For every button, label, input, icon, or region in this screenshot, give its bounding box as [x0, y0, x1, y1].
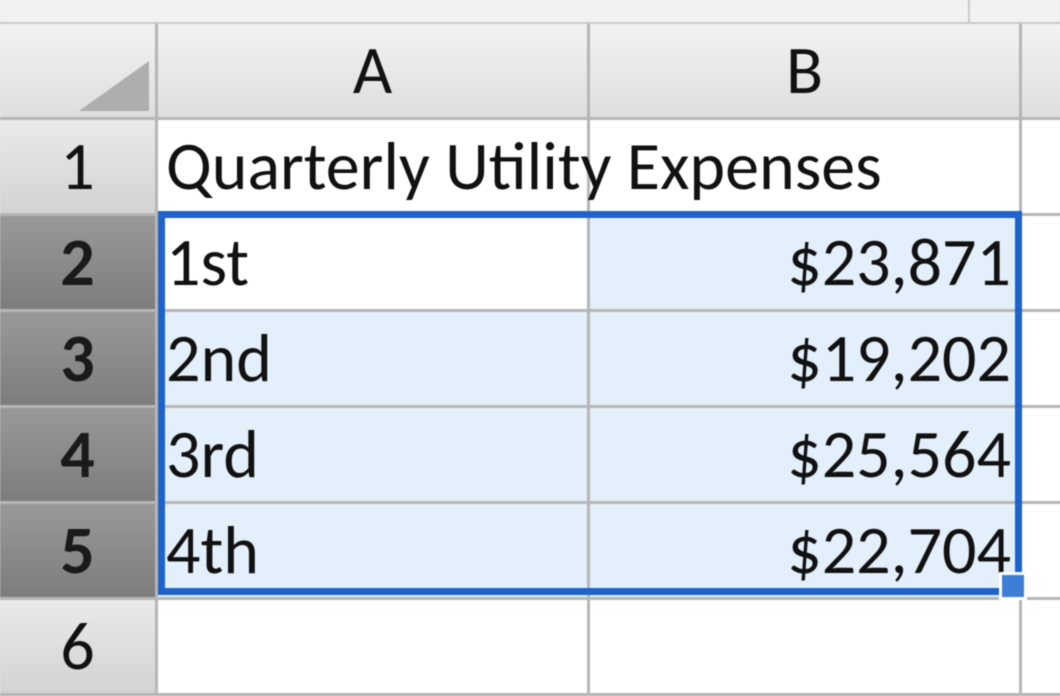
row-header-2[interactable]: 2 — [0, 216, 158, 312]
cell-c6[interactable] — [1022, 600, 1060, 696]
row-header-1[interactable]: 1 — [0, 120, 158, 216]
column-header-c[interactable] — [1022, 24, 1060, 120]
column-header-b[interactable]: B — [590, 24, 1022, 120]
cell-c1[interactable] — [1022, 120, 1060, 216]
cell-b4[interactable]: $25,564 — [590, 408, 1022, 504]
cell-b1[interactable] — [590, 120, 1022, 216]
cell-c5[interactable] — [1022, 504, 1060, 600]
select-all-corner[interactable] — [0, 24, 158, 120]
cell-b3[interactable]: $19,202 — [590, 312, 1022, 408]
row-header-3[interactable]: 3 — [0, 312, 158, 408]
cell-c3[interactable] — [1022, 312, 1060, 408]
cell-a3[interactable]: 2nd — [158, 312, 590, 408]
cell-c4[interactable] — [1022, 408, 1060, 504]
column-header-a[interactable]: A — [158, 24, 590, 120]
cell-b6[interactable] — [590, 600, 1022, 696]
spreadsheet-grid[interactable]: A B 1 Quarterly Utility Expenses 2 1st $… — [0, 24, 1060, 696]
cell-b2[interactable]: $23,871 — [590, 216, 1022, 312]
select-all-triangle-icon — [79, 61, 149, 111]
cell-a1[interactable]: Quarterly Utility Expenses — [158, 120, 590, 216]
row-header-5[interactable]: 5 — [0, 504, 158, 600]
cell-a6[interactable] — [158, 600, 590, 696]
row-header-6[interactable]: 6 — [0, 600, 158, 696]
cell-a4[interactable]: 3rd — [158, 408, 590, 504]
cell-c2[interactable] — [1022, 216, 1060, 312]
cell-a2[interactable]: 1st — [158, 216, 590, 312]
formula-bar-strip — [0, 0, 1060, 24]
row-header-4[interactable]: 4 — [0, 408, 158, 504]
cell-a5[interactable]: 4th — [158, 504, 590, 600]
cell-b5[interactable]: $22,704 — [590, 504, 1022, 600]
